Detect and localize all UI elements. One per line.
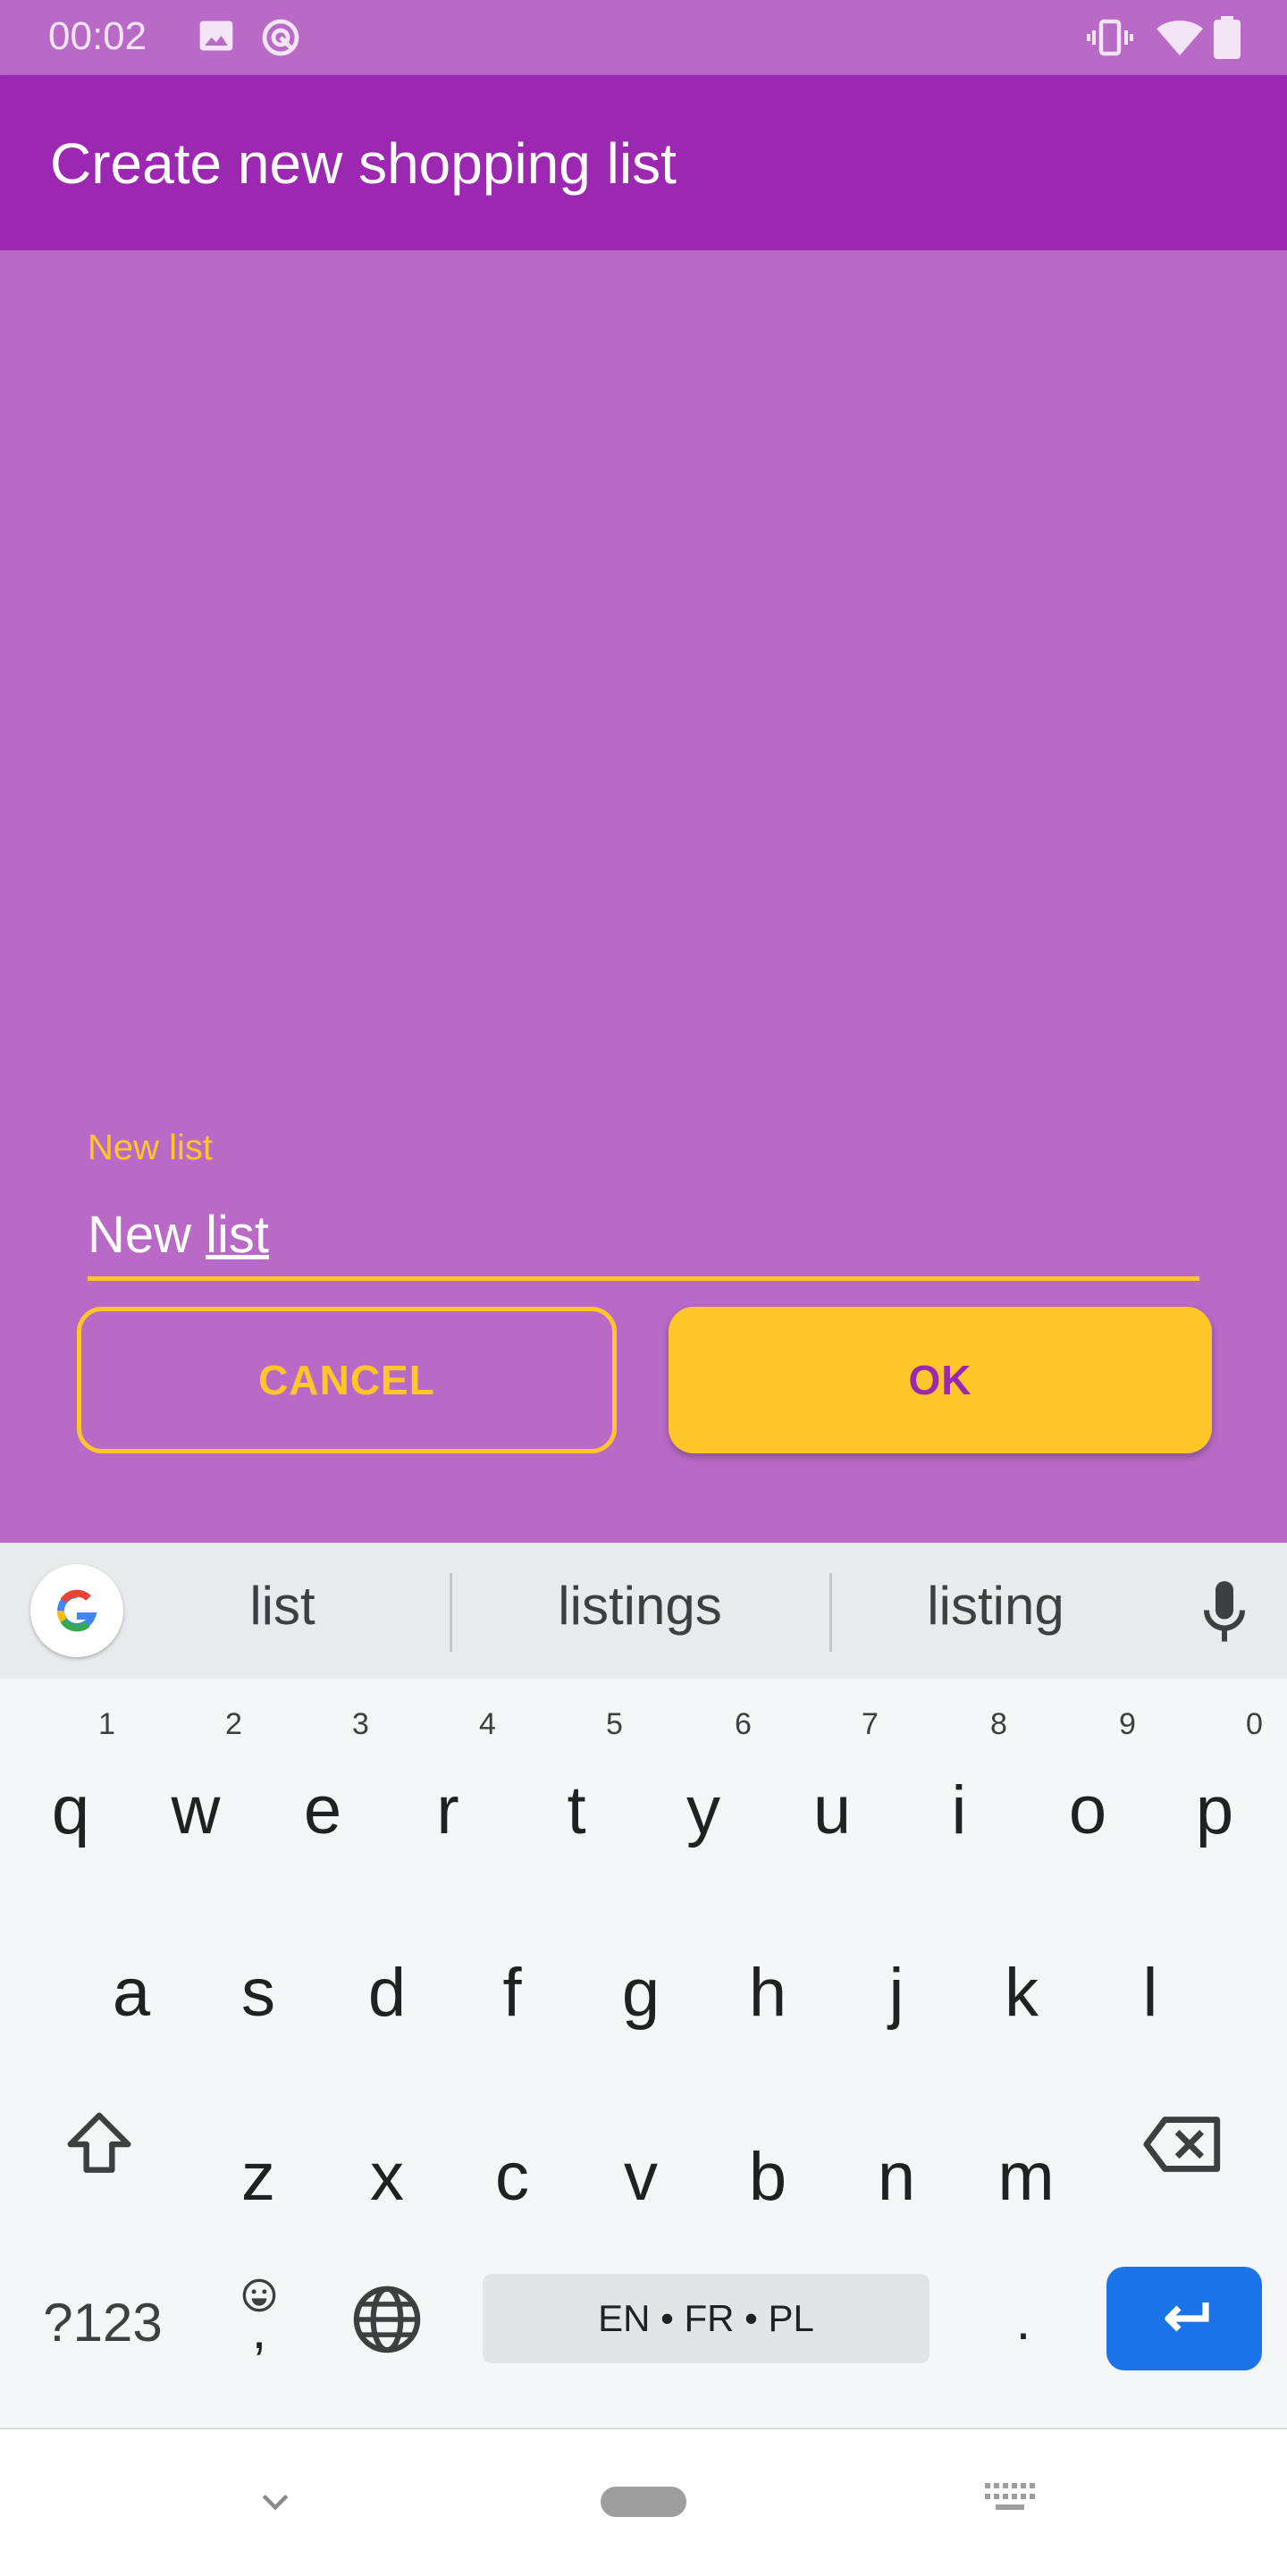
key-s[interactable]: s [218,1954,299,2032]
sync-icon [262,19,299,56]
list-name-label: New list [88,1128,214,1167]
key-d[interactable]: d [347,1954,427,2032]
space-bar[interactable]: EN • FR • PL [483,2274,930,2363]
key-hint-2: 2 [225,1707,242,1741]
app-bar: Create new shopping list [0,75,1287,250]
backspace-icon[interactable] [1140,2106,1226,2183]
keyboard: list listings listing q 1 w 2 e 3 r 4 t … [0,1543,1287,2428]
suggestion-divider [829,1573,832,1652]
symbols-key[interactable]: ?123 [27,2292,179,2353]
status-bar: 00:02 [0,0,1287,75]
chevron-down-icon[interactable] [256,2481,295,2521]
key-hint-8: 8 [990,1707,1007,1741]
key-x[interactable]: x [347,2138,427,2216]
comma-key[interactable]: , [241,2299,277,2361]
key-a[interactable]: a [91,1954,172,2032]
key-v[interactable]: v [601,2138,681,2216]
key-g[interactable]: g [601,1954,681,2032]
suggestion-divider [450,1573,452,1652]
key-r[interactable]: r [408,1772,488,1849]
wifi-icon [1157,21,1203,55]
shift-icon[interactable] [61,2106,138,2183]
cancel-button[interactable]: CANCEL [77,1307,617,1453]
key-z[interactable]: z [218,2138,299,2216]
suggestion-3[interactable]: listing [871,1575,1121,1637]
key-q[interactable]: q [30,1772,111,1849]
key-u[interactable]: u [792,1772,872,1849]
enter-key[interactable] [1106,2267,1262,2370]
status-time: 00:02 [48,14,147,58]
key-t[interactable]: t [536,1772,617,1849]
key-b[interactable]: b [728,2138,808,2216]
keyboard-icon[interactable] [981,2479,1039,2519]
key-e[interactable]: e [282,1772,363,1849]
key-h[interactable]: h [728,1954,808,2032]
key-n[interactable]: n [856,2138,937,2216]
list-name-word-2: list [206,1206,270,1264]
period-key[interactable]: . [1001,2290,1046,2352]
key-f[interactable]: f [472,1954,552,2032]
key-hint-7: 7 [862,1707,879,1741]
key-m[interactable]: m [981,2138,1071,2216]
key-p[interactable]: p [1174,1772,1255,1849]
key-hint-5: 5 [606,1707,623,1741]
key-hint-4: 4 [479,1707,496,1741]
key-w[interactable]: w [156,1772,236,1849]
list-name-input[interactable]: New list [88,1205,269,1265]
vibrate-icon [1087,19,1133,56]
key-j[interactable]: j [856,1954,937,2032]
home-pill[interactable] [601,2487,686,2517]
google-icon[interactable] [30,1564,123,1657]
page-title: Create new shopping list [50,131,677,196]
suggestion-2[interactable]: listings [506,1575,774,1637]
key-hint-9: 9 [1119,1707,1136,1741]
key-hint-3: 3 [352,1707,369,1741]
key-hint-1: 1 [98,1707,115,1741]
image-icon [199,21,233,51]
key-l[interactable]: l [1110,1954,1190,2032]
key-i[interactable]: i [919,1772,999,1849]
microphone-icon[interactable] [1198,1578,1251,1646]
suggestion-1[interactable]: list [193,1575,372,1637]
globe-icon[interactable] [350,2283,424,2356]
enter-icon [1165,2302,1209,2332]
key-c[interactable]: c [472,2138,552,2216]
key-k[interactable]: k [981,1954,1062,2032]
list-name-word-1: New [88,1206,192,1264]
key-o[interactable]: o [1047,1772,1128,1849]
suggestion-bar: list listings listing [0,1543,1287,1679]
ok-button[interactable]: OK [669,1307,1212,1453]
navigation-bar [0,2428,1287,2576]
input-underline [88,1276,1199,1281]
battery-icon [1214,16,1241,59]
key-y[interactable]: y [663,1772,744,1849]
key-hint-6: 6 [735,1707,752,1741]
key-hint-0: 0 [1246,1707,1263,1741]
